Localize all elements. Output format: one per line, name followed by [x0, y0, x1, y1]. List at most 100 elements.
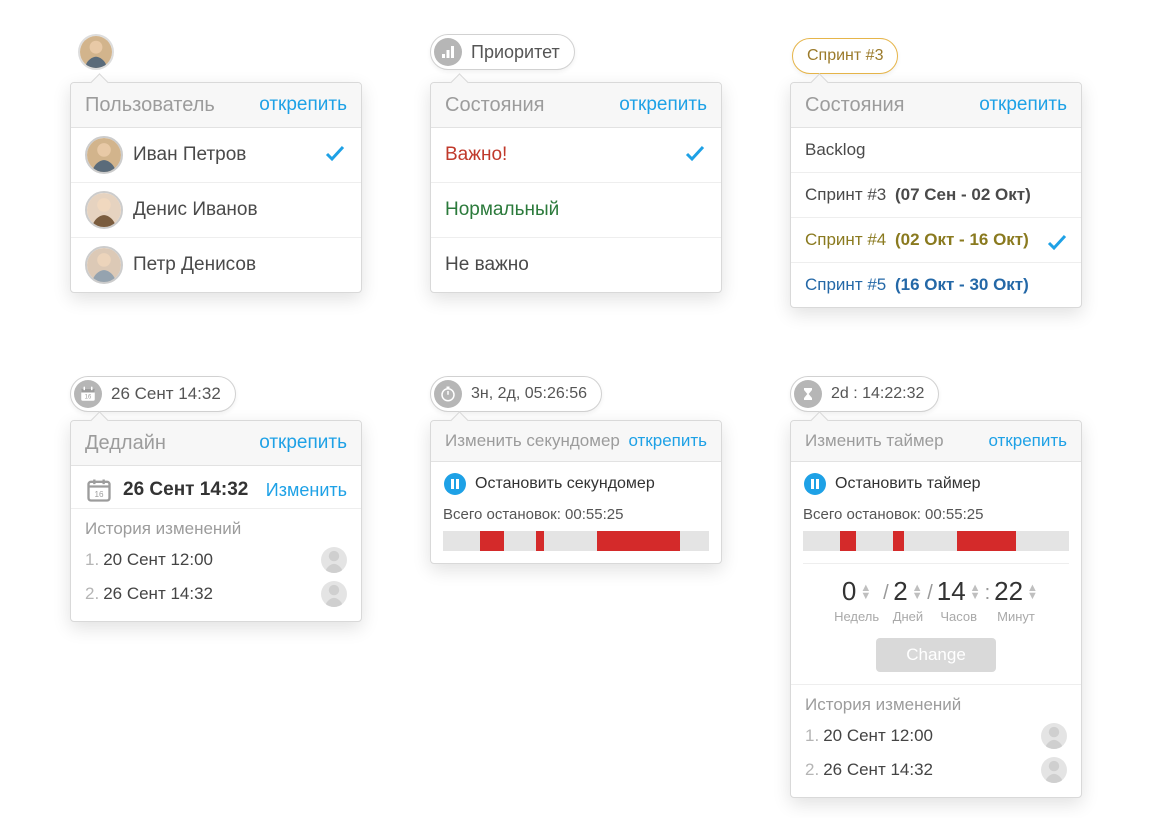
user-row[interactable]: Денис Иванов — [71, 183, 361, 238]
priority-label: Важно! — [445, 144, 507, 166]
spinner-sep: / — [927, 576, 933, 605]
spinner-arrows-icon[interactable]: ▲▼ — [912, 584, 923, 600]
priority-label: Нормальный — [445, 199, 559, 221]
avatar-icon — [85, 136, 123, 174]
check-icon — [323, 141, 347, 170]
timer-popover-title: Изменить таймер — [805, 431, 944, 451]
unpin-link[interactable]: открепить — [979, 94, 1067, 116]
stopwatch-pill-label: 3н, 2д, 05:26:56 — [471, 385, 587, 403]
sprint-popover: Состояния открепить Backlog Спринт #3 (0… — [790, 82, 1082, 308]
spinner-label: Минут — [997, 609, 1035, 624]
spinner-sep: / — [883, 576, 889, 605]
history-value: 20 Сент 12:00 — [823, 726, 933, 746]
history-item: 2. 26 Сент 14:32 — [805, 753, 1067, 787]
spinner-arrows-icon[interactable]: ▲▼ — [860, 584, 871, 600]
sprint-row-label: Спринт #5 — [805, 275, 886, 294]
user-name: Иван Петров — [133, 144, 246, 166]
priority-row[interactable]: Нормальный — [431, 183, 721, 238]
spinner-label: Часов — [940, 609, 977, 624]
sprint-row-range: (02 Окт - 16 Окт) — [895, 230, 1029, 249]
check-icon — [683, 141, 707, 170]
user-name: Денис Иванов — [133, 199, 258, 221]
deadline-pill[interactable]: 16 26 Сент 14:32 — [70, 376, 236, 412]
sprint-row[interactable]: Спринт #3 (07 Сен - 02 Окт) — [791, 173, 1081, 218]
user-row[interactable]: Иван Петров — [71, 128, 361, 183]
deadline-popover-title: Дедлайн — [85, 432, 166, 455]
calendar-icon: 16 — [85, 476, 113, 504]
unpin-link[interactable]: открепить — [628, 431, 707, 451]
deadline-pill-label: 26 Сент 14:32 — [111, 384, 221, 404]
unpin-link[interactable]: открепить — [259, 94, 347, 116]
spinner-days[interactable]: 2▲▼ Дней — [893, 576, 923, 624]
stopwatch-total: Всего остановок: 00:55:25 — [443, 506, 709, 523]
user-row[interactable]: Петр Денисов — [71, 238, 361, 292]
user-name: Петр Денисов — [133, 254, 256, 276]
user-popover: Пользователь открепить Иван Петров Денис… — [70, 82, 362, 293]
spinner-arrows-icon[interactable]: ▲▼ — [1027, 584, 1038, 600]
priority-pill[interactable]: Приоритет — [430, 34, 575, 70]
sprint-row-label: Backlog — [805, 140, 865, 159]
bars-icon — [434, 38, 462, 66]
priority-pill-label: Приоритет — [471, 42, 560, 63]
sprint-pill[interactable]: Спринт #3 — [792, 38, 898, 74]
history-title: История изменений — [791, 685, 1081, 719]
timer-bar — [803, 531, 1069, 551]
unpin-link[interactable]: открепить — [988, 431, 1067, 451]
unpin-link[interactable]: открепить — [619, 94, 707, 116]
avatar-icon — [85, 246, 123, 284]
sprint-row-range: (07 Сен - 02 Окт) — [895, 185, 1031, 204]
clock-icon — [434, 380, 462, 408]
spinner-arrows-icon[interactable]: ▲▼ — [970, 584, 981, 600]
timer-action[interactable]: Остановить таймер — [803, 472, 1069, 496]
history-num: 2. — [85, 584, 99, 604]
svg-text:16: 16 — [85, 395, 92, 401]
user-popover-title: Пользователь — [85, 94, 215, 117]
timer-pill[interactable]: 2d : 14:22:32 — [790, 376, 939, 412]
hourglass-icon — [794, 380, 822, 408]
timer-total: Всего остановок: 00:55:25 — [803, 506, 1069, 523]
avatar-icon — [321, 547, 347, 573]
priority-label: Не важно — [445, 254, 529, 276]
stopwatch-popover: Изменить секундомер открепить Остановить… — [430, 420, 722, 564]
sprint-row-range: (16 Окт - 30 Окт) — [895, 275, 1029, 294]
history-value: 20 Сент 12:00 — [103, 550, 213, 570]
priority-row[interactable]: Важно! — [431, 128, 721, 183]
spinner-value: 22 — [994, 576, 1023, 607]
spinner-weeks[interactable]: 0▲▼ Недель — [834, 576, 879, 624]
history-item: 1. 20 Сент 12:00 — [805, 719, 1067, 753]
avatar-icon — [1041, 757, 1067, 783]
priority-popover-title: Состояния — [445, 94, 545, 117]
timer-popover: Изменить таймер открепить Остановить тай… — [790, 420, 1082, 798]
deadline-change-link[interactable]: Изменить — [266, 480, 347, 501]
spinner-value: 14 — [937, 576, 966, 607]
timer-change-button[interactable]: Change — [876, 638, 996, 672]
sprint-pill-label: Спринт #3 — [807, 47, 883, 65]
sprint-row-label: Спринт #4 — [805, 230, 886, 249]
deadline-popover: Дедлайн открепить 16 26 Сент 14:32 Измен… — [70, 420, 362, 622]
sprint-row[interactable]: Спринт #5 (16 Окт - 30 Окт) — [791, 263, 1081, 307]
stopwatch-popover-title: Изменить секундомер — [445, 431, 620, 451]
calendar-icon: 16 — [74, 380, 102, 408]
pause-icon — [803, 472, 827, 496]
spinner-minutes[interactable]: 22▲▼ Минут — [994, 576, 1038, 624]
history-num: 1. — [85, 550, 99, 570]
avatar-icon — [85, 191, 123, 229]
sprint-row[interactable]: Спринт #4 (02 Окт - 16 Окт) — [791, 218, 1081, 263]
history-value: 26 Сент 14:32 — [103, 584, 213, 604]
timer-pill-label: 2d : 14:22:32 — [831, 385, 924, 403]
priority-row[interactable]: Не важно — [431, 238, 721, 292]
pause-icon — [443, 472, 467, 496]
stopwatch-action-label: Остановить секундомер — [475, 475, 655, 493]
stopwatch-bar — [443, 531, 709, 551]
spinner-label: Дней — [893, 609, 923, 624]
unpin-link[interactable]: открепить — [259, 432, 347, 454]
stopwatch-pill[interactable]: 3н, 2д, 05:26:56 — [430, 376, 602, 412]
deadline-value: 26 Сент 14:32 — [123, 479, 248, 501]
sprint-row[interactable]: Backlog — [791, 128, 1081, 173]
stopwatch-action[interactable]: Остановить секундомер — [443, 472, 709, 496]
avatar-icon — [1041, 723, 1067, 749]
user-chip[interactable] — [78, 34, 114, 70]
history-item: 2. 26 Сент 14:32 — [85, 577, 347, 611]
history-num: 2. — [805, 760, 819, 780]
spinner-hours[interactable]: 14▲▼ Часов — [937, 576, 981, 624]
